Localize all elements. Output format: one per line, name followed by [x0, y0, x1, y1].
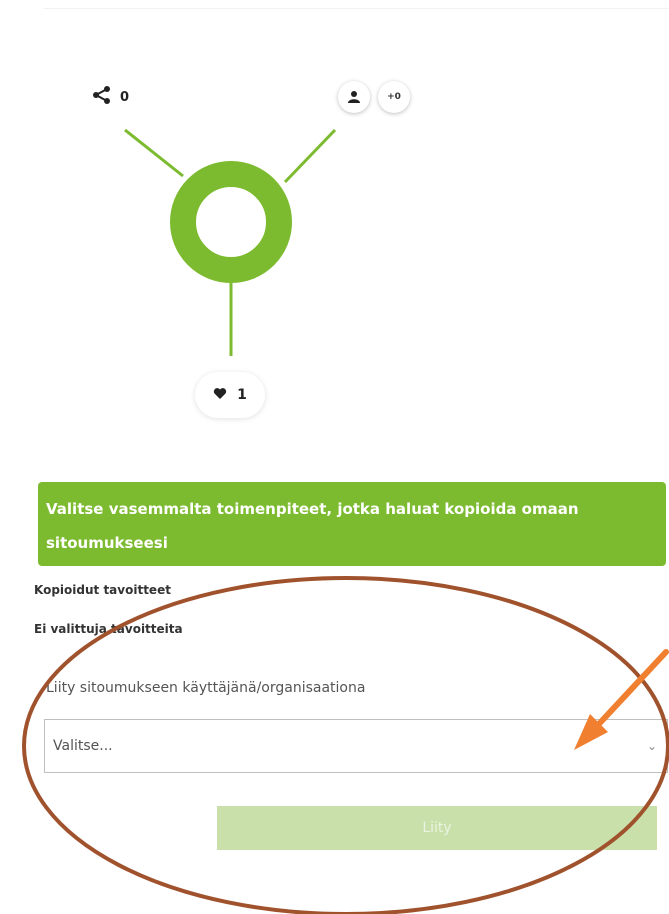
like-count: 1	[237, 387, 247, 403]
copied-goals-empty-text: Ei valittuja tavoitteita	[34, 622, 183, 636]
share-counter[interactable]: 0	[92, 85, 129, 109]
join-as-select-value: Valitse...	[53, 738, 113, 754]
join-label: Liity sitoumukseen käyttäjänä/organisaat…	[46, 680, 366, 696]
like-counter[interactable]: 1	[195, 372, 265, 418]
participants-extra-count: +0	[378, 81, 410, 113]
share-icon	[92, 85, 112, 109]
heart-icon	[213, 387, 227, 404]
annotation-arrow-shaft	[595, 649, 669, 728]
share-count: 0	[120, 89, 130, 105]
share-connector-line	[124, 128, 184, 178]
instruction-banner: Valitse vasemmalta toimenpiteet, jotka h…	[38, 482, 666, 566]
join-button[interactable]: Liity	[217, 806, 657, 850]
join-as-select[interactable]: Valitse... ⌄	[44, 719, 668, 773]
participants-badge[interactable]: +0	[338, 81, 418, 113]
copied-goals-heading: Kopioidut tavoitteet	[34, 583, 171, 597]
chevron-down-icon: ⌄	[646, 739, 657, 753]
people-connector-line	[283, 128, 337, 184]
commitment-node-ring[interactable]	[170, 161, 292, 283]
commitment-graph	[124, 128, 337, 356]
user-icon	[338, 81, 370, 113]
